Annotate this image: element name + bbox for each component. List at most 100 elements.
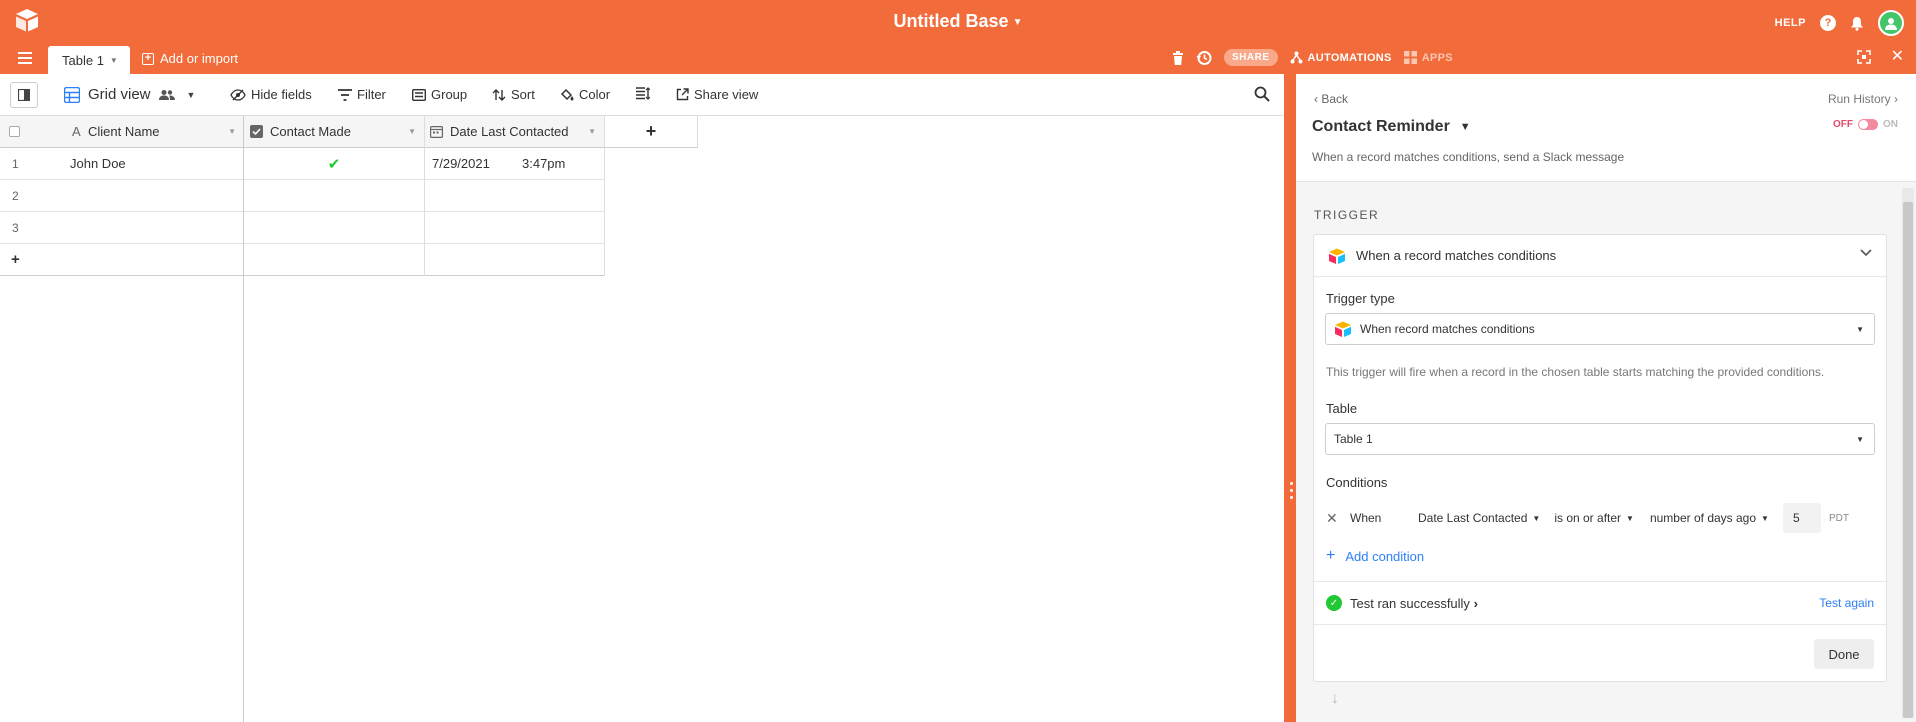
automation-title[interactable]: Contact Reminder ▼ bbox=[1312, 118, 1471, 136]
base-title[interactable]: Untitled Base bbox=[894, 11, 1009, 31]
column-header-contact-made[interactable]: Contact Made ▼ bbox=[244, 116, 424, 148]
trigger-card-header[interactable]: When a record matches conditions bbox=[1314, 235, 1886, 277]
caret-down-icon: ▼ bbox=[1856, 434, 1864, 444]
chevron-down-icon[interactable]: ▼ bbox=[1013, 17, 1023, 28]
grid-view-icon bbox=[64, 86, 80, 103]
view-switcher[interactable]: Grid view ▼ bbox=[64, 86, 195, 103]
tab-bar-actions: SHARE AUTOMATIONS APPS bbox=[1172, 49, 1453, 66]
share-view-button[interactable]: Share view bbox=[676, 87, 758, 102]
history-icon[interactable] bbox=[1196, 50, 1212, 66]
condition-days-input[interactable]: 5 bbox=[1782, 503, 1821, 533]
trigger-type-label: Trigger type bbox=[1326, 291, 1395, 306]
contact-made-cell[interactable] bbox=[244, 180, 424, 212]
toggle-switch[interactable] bbox=[1858, 119, 1878, 130]
run-history-link[interactable]: Run History › bbox=[1828, 92, 1898, 106]
test-status-label: Test ran successfully bbox=[1350, 595, 1470, 611]
checkbox-field-icon bbox=[250, 125, 263, 138]
bell-icon[interactable] bbox=[1850, 16, 1864, 31]
plus-icon: + bbox=[1326, 547, 1336, 564]
sort-label: Sort bbox=[511, 87, 535, 102]
menu-icon[interactable] bbox=[18, 52, 32, 64]
table-row[interactable]: 2 bbox=[0, 180, 244, 212]
tab-label: Table 1 bbox=[62, 52, 104, 68]
color-button[interactable]: Color bbox=[560, 87, 610, 102]
filter-button[interactable]: Filter bbox=[338, 87, 386, 102]
trigger-type-select[interactable]: When record matches conditions ▼ bbox=[1325, 313, 1875, 345]
done-button[interactable]: Done bbox=[1814, 639, 1874, 669]
caret-down-icon: ▼ bbox=[1856, 324, 1864, 334]
sidebar-toggle-button[interactable] bbox=[10, 82, 38, 108]
avatar[interactable] bbox=[1878, 10, 1904, 36]
trigger-card: When a record matches conditions Trigger… bbox=[1313, 234, 1887, 682]
share-button[interactable]: SHARE bbox=[1224, 49, 1278, 66]
chevron-down-icon[interactable] bbox=[1860, 249, 1872, 257]
add-or-import-label: Add or import bbox=[160, 51, 239, 66]
contact-made-cell[interactable]: ✔ bbox=[244, 148, 424, 180]
date-last-contacted-cell[interactable] bbox=[424, 180, 604, 212]
back-link[interactable]: ‹ Back bbox=[1314, 92, 1348, 106]
condition-operator-value: is on or after bbox=[1554, 511, 1622, 525]
group-label: Group bbox=[431, 87, 468, 102]
search-icon[interactable] bbox=[1254, 86, 1270, 102]
chevron-down-icon[interactable]: ▼ bbox=[110, 56, 118, 65]
trash-icon[interactable] bbox=[1172, 50, 1184, 65]
add-or-import-button[interactable]: + Add or import bbox=[142, 51, 238, 66]
group-button[interactable]: Group bbox=[412, 87, 467, 102]
color-label: Color bbox=[579, 87, 611, 102]
add-field-button[interactable]: + bbox=[604, 116, 698, 148]
conditions-label: Conditions bbox=[1326, 475, 1388, 490]
tab-table-1[interactable]: Table 1 ▼ bbox=[48, 46, 130, 74]
airtable-logo-icon[interactable] bbox=[14, 8, 40, 32]
airtable-icon bbox=[1329, 248, 1345, 264]
sidebar-icon bbox=[18, 89, 30, 101]
chevron-down-icon[interactable]: ▼ bbox=[588, 127, 596, 136]
date-last-contacted-cell[interactable]: 7/29/2021 3:47pm bbox=[424, 148, 604, 180]
condition-mode-select[interactable]: number of days ago ▼ bbox=[1650, 511, 1769, 525]
question-icon[interactable]: ? bbox=[1820, 15, 1836, 31]
apps-button[interactable]: APPS bbox=[1403, 51, 1453, 64]
automation-toggle[interactable]: OFF ON bbox=[1833, 119, 1898, 130]
add-row-button[interactable]: + bbox=[0, 244, 604, 276]
caret-down-icon: ▼ bbox=[1626, 513, 1634, 523]
share-view-label: Share view bbox=[694, 87, 759, 102]
column-header-date-last-contacted[interactable]: Date Last Contacted ▼ bbox=[424, 116, 604, 148]
test-again-button[interactable]: Test again bbox=[1819, 596, 1874, 610]
automation-header: ‹ Back Run History › Contact Reminder ▼ … bbox=[1296, 74, 1916, 182]
remove-condition-icon[interactable]: ✕ bbox=[1326, 510, 1350, 527]
base-title-wrap: Untitled Base ▼ bbox=[0, 11, 1916, 32]
add-condition-button[interactable]: + Add condition bbox=[1326, 547, 1424, 565]
scrollbar-thumb[interactable] bbox=[1903, 202, 1913, 718]
automations-button[interactable]: AUTOMATIONS bbox=[1290, 51, 1392, 64]
column-header-client-name[interactable]: A Client Name ▼ bbox=[0, 116, 244, 148]
close-icon[interactable]: ✕ bbox=[1891, 49, 1904, 65]
chevron-down-icon[interactable]: ▼ bbox=[408, 127, 416, 136]
row-height-button[interactable] bbox=[636, 87, 650, 100]
hide-fields-button[interactable]: Hide fields bbox=[230, 87, 312, 102]
caret-down-icon[interactable]: ▼ bbox=[1460, 121, 1471, 133]
apps-label: APPS bbox=[1421, 51, 1453, 64]
hide-fields-label: Hide fields bbox=[251, 87, 312, 102]
scrollbar[interactable] bbox=[1902, 188, 1914, 718]
grid-table: A Client Name ▼ Contact Made ▼ Date Last… bbox=[0, 116, 1284, 722]
date-last-contacted-cell[interactable] bbox=[424, 212, 604, 244]
column-header-label: Date Last Contacted bbox=[450, 124, 569, 139]
sort-button[interactable]: Sort bbox=[492, 87, 535, 102]
contact-made-cell[interactable] bbox=[244, 212, 424, 244]
chevron-down-icon[interactable]: ▼ bbox=[187, 90, 196, 100]
condition-field-select[interactable]: Date Last Contacted ▼ bbox=[1418, 511, 1540, 525]
test-status-link[interactable]: Test ran successfully › bbox=[1350, 596, 1478, 611]
table-row[interactable]: 3 bbox=[0, 212, 244, 244]
toggle-off-label: OFF bbox=[1833, 119, 1853, 130]
condition-operator-select[interactable]: is on or after ▼ bbox=[1554, 511, 1634, 525]
chevron-down-icon[interactable]: ▼ bbox=[228, 127, 236, 136]
client-name-cell[interactable]: John Doe bbox=[70, 156, 126, 171]
panel-resize-handle[interactable] bbox=[1289, 482, 1293, 504]
condition-mode-value: number of days ago bbox=[1649, 511, 1757, 525]
table-row[interactable]: 1 John Doe bbox=[0, 148, 244, 180]
table-select[interactable]: Table 1 ▼ bbox=[1325, 423, 1875, 455]
help-link[interactable]: HELP bbox=[1775, 17, 1806, 29]
caret-down-icon: ▼ bbox=[1761, 513, 1769, 523]
expand-icon[interactable] bbox=[1856, 50, 1871, 64]
run-history-label: Run History bbox=[1827, 92, 1891, 106]
select-all-checkbox[interactable] bbox=[9, 126, 20, 137]
